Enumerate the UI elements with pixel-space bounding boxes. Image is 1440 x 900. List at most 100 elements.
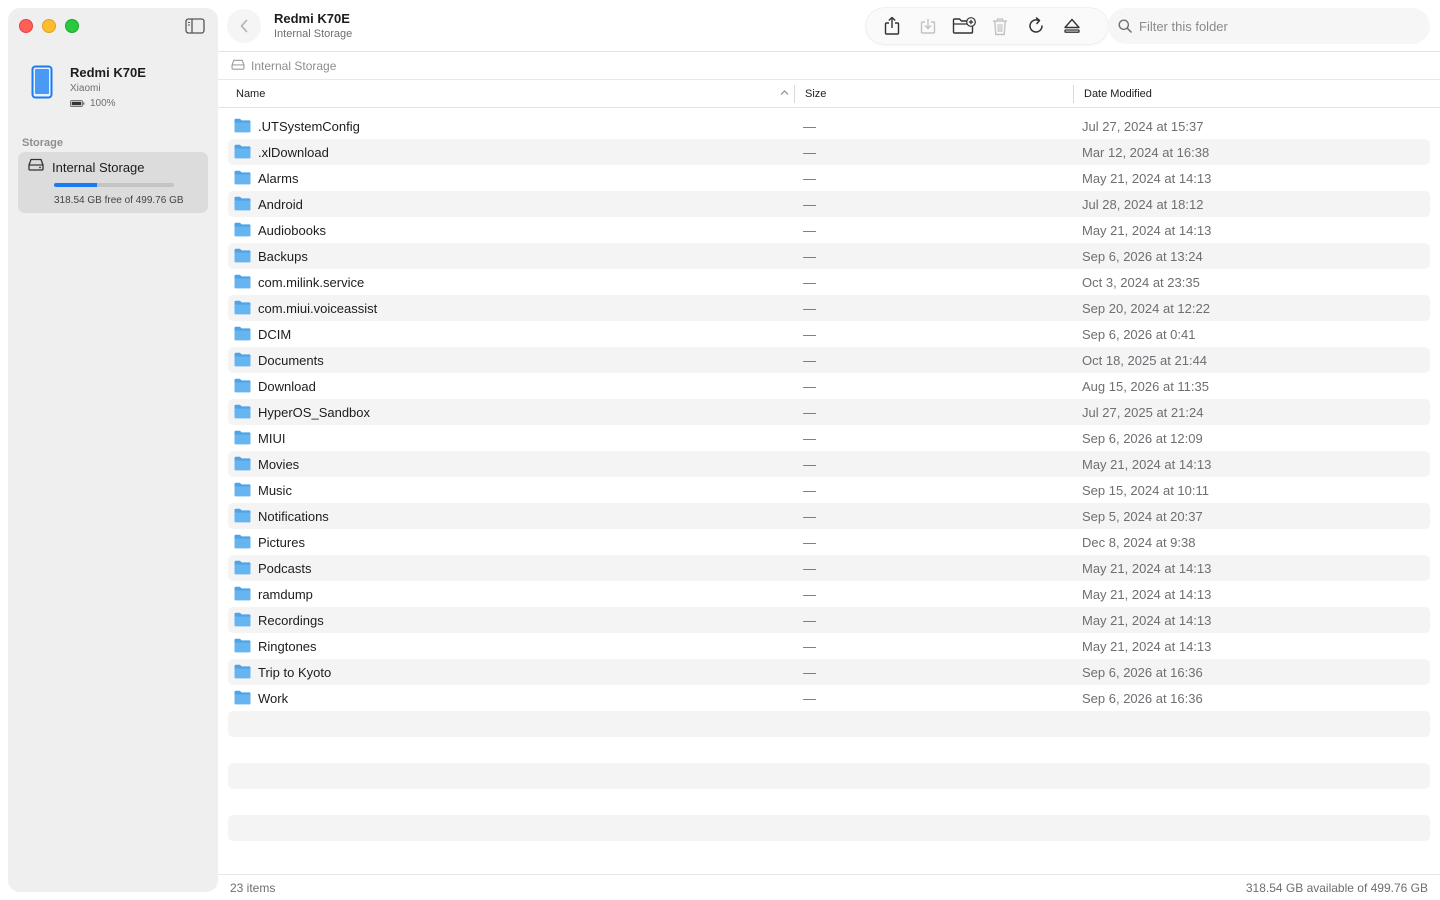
device-brand: Xiaomi bbox=[70, 83, 101, 94]
file-row[interactable]: Pictures — Dec 8, 2024 at 9:38 bbox=[228, 529, 1430, 555]
column-header-name[interactable]: Name bbox=[236, 80, 792, 108]
file-row[interactable]: ramdump — May 21, 2024 at 14:13 bbox=[228, 581, 1430, 607]
refresh-button[interactable] bbox=[1018, 11, 1054, 41]
file-name: Audiobooks bbox=[258, 222, 326, 238]
folder-icon bbox=[234, 482, 251, 502]
empty-row bbox=[228, 789, 1430, 815]
file-size: — bbox=[803, 118, 816, 134]
column-divider[interactable] bbox=[794, 85, 795, 103]
file-row[interactable]: .UTSystemConfig — Jul 27, 2024 at 15:37 bbox=[228, 113, 1430, 139]
file-row[interactable]: Podcasts — May 21, 2024 at 14:13 bbox=[228, 555, 1430, 581]
file-name: Download bbox=[258, 378, 316, 394]
file-date-modified: May 21, 2024 at 14:13 bbox=[1082, 586, 1212, 602]
file-size: — bbox=[803, 430, 816, 446]
sidebar: Redmi K70E Xiaomi 100% Storage Internal … bbox=[8, 8, 218, 892]
search-field[interactable] bbox=[1108, 8, 1430, 44]
folder-icon bbox=[234, 560, 251, 580]
file-row[interactable]: Alarms — May 21, 2024 at 14:13 bbox=[228, 165, 1430, 191]
new-folder-button[interactable] bbox=[946, 11, 982, 41]
folder-icon bbox=[234, 404, 251, 424]
file-row[interactable]: Backups — Sep 6, 2026 at 13:24 bbox=[228, 243, 1430, 269]
file-row[interactable]: Audiobooks — May 21, 2024 at 14:13 bbox=[228, 217, 1430, 243]
download-icon bbox=[920, 19, 936, 34]
file-date-modified: May 21, 2024 at 14:13 bbox=[1082, 612, 1212, 628]
file-size: — bbox=[803, 612, 816, 628]
folder-icon bbox=[234, 664, 251, 684]
toolbar: Redmi K70E Internal Storage bbox=[218, 0, 1440, 52]
file-row[interactable]: Download — Aug 15, 2026 at 11:35 bbox=[228, 373, 1430, 399]
column-header-size[interactable]: Size bbox=[805, 80, 826, 108]
file-row[interactable]: Documents — Oct 18, 2025 at 21:44 bbox=[228, 347, 1430, 373]
empty-row bbox=[228, 737, 1430, 763]
file-name: Documents bbox=[258, 352, 324, 368]
file-row[interactable]: DCIM — Sep 6, 2026 at 0:41 bbox=[228, 321, 1430, 347]
empty-row bbox=[228, 815, 1430, 841]
share-button[interactable] bbox=[874, 11, 910, 41]
file-row[interactable]: HyperOS_Sandbox — Jul 27, 2025 at 21:24 bbox=[228, 399, 1430, 425]
battery-status: 100% bbox=[70, 98, 146, 109]
file-row[interactable]: MIUI — Sep 6, 2026 at 12:09 bbox=[228, 425, 1430, 451]
folder-icon bbox=[234, 612, 251, 632]
file-row[interactable]: Notifications — Sep 5, 2024 at 20:37 bbox=[228, 503, 1430, 529]
file-row[interactable]: Android — Jul 28, 2024 at 18:12 bbox=[228, 191, 1430, 217]
file-row[interactable]: Ringtones — May 21, 2024 at 14:13 bbox=[228, 633, 1430, 659]
file-date-modified: Sep 6, 2026 at 13:24 bbox=[1082, 248, 1203, 264]
sidebar-item-internal-storage[interactable]: Internal Storage 318.54 GB free of 499.7… bbox=[18, 152, 208, 213]
device-name: Redmi K70E bbox=[70, 65, 146, 80]
folder-icon bbox=[234, 534, 251, 554]
file-name: Podcasts bbox=[258, 560, 312, 576]
file-date-modified: Jul 27, 2024 at 15:37 bbox=[1082, 118, 1204, 134]
refresh-icon bbox=[1029, 17, 1043, 33]
file-date-modified: May 21, 2024 at 14:13 bbox=[1082, 560, 1212, 576]
item-count: 23 items bbox=[230, 881, 276, 895]
folder-icon bbox=[234, 586, 251, 606]
trash-icon bbox=[993, 17, 1007, 35]
file-row[interactable]: Recordings — May 21, 2024 at 14:13 bbox=[228, 607, 1430, 633]
device-card[interactable]: Redmi K70E Xiaomi 100% bbox=[22, 62, 146, 109]
file-date-modified: May 21, 2024 at 14:13 bbox=[1082, 456, 1212, 472]
file-row[interactable]: Music — Sep 15, 2024 at 10:11 bbox=[228, 477, 1430, 503]
search-input[interactable] bbox=[1139, 18, 1409, 34]
column-divider[interactable] bbox=[1073, 85, 1074, 103]
file-size: — bbox=[803, 274, 816, 290]
file-name: ramdump bbox=[258, 586, 313, 602]
file-size: — bbox=[803, 222, 816, 238]
file-name: Recordings bbox=[258, 612, 324, 628]
column-header-date[interactable]: Date Modified bbox=[1084, 80, 1152, 108]
file-size: — bbox=[803, 456, 816, 472]
file-name: HyperOS_Sandbox bbox=[258, 404, 371, 420]
minimize-window-button[interactable] bbox=[42, 19, 56, 33]
sidebar-toggle-icon[interactable] bbox=[185, 18, 205, 34]
eject-icon bbox=[1064, 18, 1080, 33]
file-name: Music bbox=[258, 482, 292, 498]
download-button[interactable] bbox=[910, 11, 946, 41]
file-list: .UTSystemConfig — Jul 27, 2024 at 15:37 … bbox=[228, 113, 1430, 867]
maximize-window-button[interactable] bbox=[65, 19, 79, 33]
file-row[interactable]: Work — Sep 6, 2026 at 16:36 bbox=[228, 685, 1430, 711]
table-header: Name Size Date Modified bbox=[218, 80, 1440, 108]
file-row[interactable]: .xlDownload — Mar 12, 2024 at 16:38 bbox=[228, 139, 1430, 165]
file-date-modified: Aug 15, 2026 at 11:35 bbox=[1082, 378, 1209, 394]
eject-button[interactable] bbox=[1054, 11, 1090, 41]
path-segment[interactable]: Internal Storage bbox=[251, 59, 336, 73]
path-bar: Internal Storage bbox=[218, 52, 1440, 80]
folder-icon bbox=[234, 144, 251, 164]
file-row[interactable]: Movies — May 21, 2024 at 14:13 bbox=[228, 451, 1430, 477]
folder-icon bbox=[234, 248, 251, 268]
file-row[interactable]: com.milink.service — Oct 3, 2024 at 23:3… bbox=[228, 269, 1430, 295]
file-date-modified: May 21, 2024 at 14:13 bbox=[1082, 638, 1212, 654]
file-row[interactable]: Trip to Kyoto — Sep 6, 2026 at 16:36 bbox=[228, 659, 1430, 685]
file-date-modified: Sep 6, 2026 at 12:09 bbox=[1082, 430, 1203, 446]
file-size: — bbox=[803, 690, 816, 706]
file-name: Trip to Kyoto bbox=[258, 664, 332, 680]
storage-usage-fill bbox=[54, 183, 98, 187]
status-bar: 23 items 318.54 GB available of 499.76 G… bbox=[218, 874, 1440, 900]
delete-button[interactable] bbox=[982, 11, 1018, 41]
close-window-button[interactable] bbox=[19, 19, 33, 33]
folder-icon bbox=[234, 196, 251, 216]
file-size: — bbox=[803, 196, 816, 212]
file-date-modified: May 21, 2024 at 14:13 bbox=[1082, 170, 1212, 186]
back-button[interactable] bbox=[227, 9, 261, 43]
file-row[interactable]: com.miui.voiceassist — Sep 20, 2024 at 1… bbox=[228, 295, 1430, 321]
chevron-left-icon bbox=[240, 19, 248, 33]
